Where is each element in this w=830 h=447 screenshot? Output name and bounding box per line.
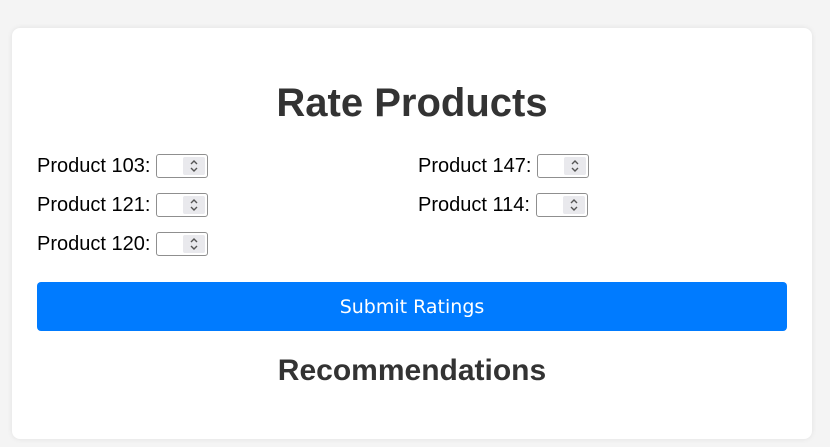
chevron-up-down-icon[interactable] [562, 196, 585, 214]
rating-stepper[interactable] [156, 193, 209, 217]
recommendations-heading: Recommendations [277, 354, 547, 387]
chevron-up-down-icon[interactable] [183, 196, 206, 214]
rating-row-product-103: Product 103: [37, 152, 209, 180]
page-title: Rate Products [276, 81, 548, 125]
rating-label: Product 120: [37, 232, 151, 255]
rating-card: Rate Products Product 103: Product 121: … [12, 28, 812, 439]
rating-label: Product 103: [37, 154, 151, 177]
submit-ratings-button[interactable]: Submit Ratings [37, 282, 787, 331]
rating-row-product-120: Product 120: [37, 230, 209, 258]
rating-label: Product 114: [418, 193, 530, 216]
chevron-up-down-icon[interactable] [564, 157, 587, 175]
rating-stepper[interactable] [156, 154, 209, 178]
rating-row-product-147: Product 147: [418, 152, 590, 180]
chevron-up-down-icon[interactable] [183, 235, 206, 253]
rating-row-product-121: Product 121: [37, 191, 209, 219]
rating-label: Product 147: [418, 154, 532, 177]
rating-stepper[interactable] [535, 193, 588, 217]
chevron-up-down-icon[interactable] [183, 157, 206, 175]
rating-row-product-114: Product 114: [418, 191, 588, 219]
rating-label: Product 121: [37, 193, 151, 216]
rating-stepper[interactable] [537, 154, 590, 178]
rating-stepper[interactable] [156, 232, 209, 256]
